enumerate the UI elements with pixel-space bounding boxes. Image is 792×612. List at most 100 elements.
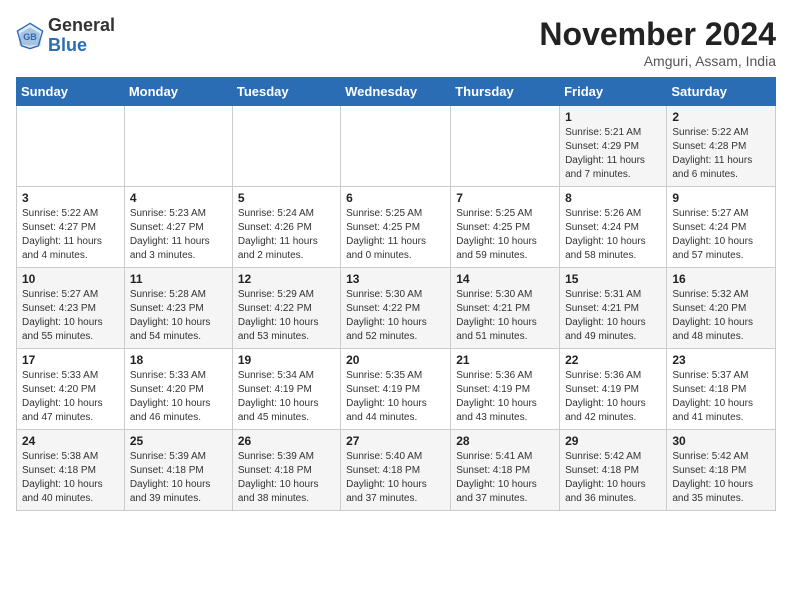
week-row-1: 1 Sunrise: 5:21 AM Sunset: 4:29 PM Daylig…: [17, 106, 776, 187]
day-cell: 27 Sunrise: 5:40 AM Sunset: 4:18 PM Dayli…: [341, 430, 451, 511]
day-cell: 7 Sunrise: 5:25 AM Sunset: 4:25 PM Daylig…: [451, 187, 560, 268]
day-cell: 2Sunrise: 5:22 AM Sunset: 4:28 PM Daylig…: [667, 106, 776, 187]
day-cell: 4 Sunrise: 5:23 AM Sunset: 4:27 PM Daylig…: [124, 187, 232, 268]
day-info: Sunrise: 5:42 AM Sunset: 4:18 PM Dayligh…: [672, 450, 770, 506]
day-info: Sunrise: 5:41 AM Sunset: 4:18 PM Dayligh…: [456, 450, 554, 506]
day-info: Sunrise: 5:34 AM Sunset: 4:19 PM Dayligh…: [238, 369, 335, 425]
day-info: Sunrise: 5:31 AM Sunset: 4:21 PM Dayligh…: [565, 288, 661, 344]
day-cell: 3 Sunrise: 5:22 AM Sunset: 4:27 PM Daylig…: [17, 187, 125, 268]
day-info: Sunrise: 5:26 AM Sunset: 4:24 PM Dayligh…: [565, 207, 661, 263]
day-number: 28: [456, 434, 554, 448]
day-number: 23: [672, 353, 770, 367]
day-number: 20: [346, 353, 445, 367]
header-cell-friday: Friday: [560, 78, 667, 106]
day-number: 8: [565, 191, 661, 205]
week-row-5: 24Sunrise: 5:38 AM Sunset: 4:18 PM Dayli…: [17, 430, 776, 511]
day-cell: 11Sunrise: 5:28 AM Sunset: 4:23 PM Dayli…: [124, 268, 232, 349]
week-row-3: 10Sunrise: 5:27 AM Sunset: 4:23 PM Dayli…: [17, 268, 776, 349]
month-title: November 2024: [539, 16, 776, 53]
day-info: Sunrise: 5:38 AM Sunset: 4:18 PM Dayligh…: [22, 450, 119, 506]
day-info: Sunrise: 5:27 AM Sunset: 4:24 PM Dayligh…: [672, 207, 770, 263]
day-cell: 1 Sunrise: 5:21 AM Sunset: 4:29 PM Daylig…: [560, 106, 667, 187]
day-number: 11: [130, 272, 227, 286]
day-info: Sunrise: 5:33 AM Sunset: 4:20 PM Dayligh…: [22, 369, 119, 425]
day-cell: 9 Sunrise: 5:27 AM Sunset: 4:24 PM Daylig…: [667, 187, 776, 268]
day-info: Sunrise: 5:24 AM Sunset: 4:26 PM Dayligh…: [238, 207, 335, 263]
day-info: Sunrise: 5:25 AM Sunset: 4:25 PM Dayligh…: [456, 207, 554, 263]
page-header: GB General Blue November 2024 Amguri, As…: [16, 16, 776, 69]
day-number: 29: [565, 434, 661, 448]
day-cell: 16 Sunrise: 5:32 AM Sunset: 4:20 PM Dayli…: [667, 268, 776, 349]
day-cell: 25Sunrise: 5:39 AM Sunset: 4:18 PM Dayli…: [124, 430, 232, 511]
day-number: 14: [456, 272, 554, 286]
day-cell: 5 Sunrise: 5:24 AM Sunset: 4:26 PM Daylig…: [232, 187, 340, 268]
day-number: 22: [565, 353, 661, 367]
day-cell: 29 Sunrise: 5:42 AM Sunset: 4:18 PM Dayli…: [560, 430, 667, 511]
day-cell: 21Sunrise: 5:36 AM Sunset: 4:19 PM Dayli…: [451, 349, 560, 430]
day-info: Sunrise: 5:25 AM Sunset: 4:25 PM Dayligh…: [346, 207, 445, 263]
day-cell: 14Sunrise: 5:30 AM Sunset: 4:21 PM Dayli…: [451, 268, 560, 349]
title-block: November 2024 Amguri, Assam, India: [539, 16, 776, 69]
day-info: Sunrise: 5:42 AM Sunset: 4:18 PM Dayligh…: [565, 450, 661, 506]
day-info: Sunrise: 5:23 AM Sunset: 4:27 PM Dayligh…: [130, 207, 227, 263]
day-number: 4: [130, 191, 227, 205]
day-number: 1: [565, 110, 661, 124]
day-cell: 6 Sunrise: 5:25 AM Sunset: 4:25 PM Daylig…: [341, 187, 451, 268]
calendar-table: SundayMondayTuesdayWednesdayThursdayFrid…: [16, 77, 776, 511]
day-number: 27: [346, 434, 445, 448]
logo-blue: Blue: [48, 35, 87, 55]
day-cell: 26 Sunrise: 5:39 AM Sunset: 4:18 PM Dayli…: [232, 430, 340, 511]
day-number: 19: [238, 353, 335, 367]
day-cell: 12Sunrise: 5:29 AM Sunset: 4:22 PM Dayli…: [232, 268, 340, 349]
week-row-2: 3 Sunrise: 5:22 AM Sunset: 4:27 PM Daylig…: [17, 187, 776, 268]
day-number: 9: [672, 191, 770, 205]
header-cell-monday: Monday: [124, 78, 232, 106]
day-cell: 18 Sunrise: 5:33 AM Sunset: 4:20 PM Dayli…: [124, 349, 232, 430]
day-cell: 10Sunrise: 5:27 AM Sunset: 4:23 PM Dayli…: [17, 268, 125, 349]
logo-icon: GB: [16, 22, 44, 50]
day-cell: 20Sunrise: 5:35 AM Sunset: 4:19 PM Dayli…: [341, 349, 451, 430]
header-cell-saturday: Saturday: [667, 78, 776, 106]
day-info: Sunrise: 5:36 AM Sunset: 4:19 PM Dayligh…: [565, 369, 661, 425]
header-cell-tuesday: Tuesday: [232, 78, 340, 106]
header-row: SundayMondayTuesdayWednesdayThursdayFrid…: [17, 78, 776, 106]
day-cell: 15 Sunrise: 5:31 AM Sunset: 4:21 PM Dayli…: [560, 268, 667, 349]
day-number: 25: [130, 434, 227, 448]
day-number: 2: [672, 110, 770, 124]
day-cell: 22 Sunrise: 5:36 AM Sunset: 4:19 PM Dayli…: [560, 349, 667, 430]
day-info: Sunrise: 5:21 AM Sunset: 4:29 PM Dayligh…: [565, 126, 661, 182]
day-number: 12: [238, 272, 335, 286]
day-number: 18: [130, 353, 227, 367]
day-info: Sunrise: 5:30 AM Sunset: 4:22 PM Dayligh…: [346, 288, 445, 344]
day-info: Sunrise: 5:39 AM Sunset: 4:18 PM Dayligh…: [238, 450, 335, 506]
header-cell-wednesday: Wednesday: [341, 78, 451, 106]
day-cell: 19 Sunrise: 5:34 AM Sunset: 4:19 PM Dayli…: [232, 349, 340, 430]
location: Amguri, Assam, India: [539, 53, 776, 69]
day-info: Sunrise: 5:32 AM Sunset: 4:20 PM Dayligh…: [672, 288, 770, 344]
day-cell: 17 Sunrise: 5:33 AM Sunset: 4:20 PM Dayli…: [17, 349, 125, 430]
day-number: 7: [456, 191, 554, 205]
day-info: Sunrise: 5:33 AM Sunset: 4:20 PM Dayligh…: [130, 369, 227, 425]
day-info: Sunrise: 5:22 AM Sunset: 4:27 PM Dayligh…: [22, 207, 119, 263]
day-number: 16: [672, 272, 770, 286]
day-info: Sunrise: 5:27 AM Sunset: 4:23 PM Dayligh…: [22, 288, 119, 344]
calendar-body: 1 Sunrise: 5:21 AM Sunset: 4:29 PM Daylig…: [17, 106, 776, 511]
day-cell: [124, 106, 232, 187]
day-cell: 8 Sunrise: 5:26 AM Sunset: 4:24 PM Daylig…: [560, 187, 667, 268]
day-cell: [232, 106, 340, 187]
day-cell: 23Sunrise: 5:37 AM Sunset: 4:18 PM Dayli…: [667, 349, 776, 430]
day-number: 26: [238, 434, 335, 448]
day-number: 30: [672, 434, 770, 448]
day-number: 6: [346, 191, 445, 205]
day-number: 13: [346, 272, 445, 286]
logo: GB General Blue: [16, 16, 115, 56]
day-number: 17: [22, 353, 119, 367]
day-cell: [451, 106, 560, 187]
day-number: 15: [565, 272, 661, 286]
day-info: Sunrise: 5:40 AM Sunset: 4:18 PM Dayligh…: [346, 450, 445, 506]
day-cell: [341, 106, 451, 187]
day-cell: [17, 106, 125, 187]
day-number: 5: [238, 191, 335, 205]
day-number: 3: [22, 191, 119, 205]
day-info: Sunrise: 5:36 AM Sunset: 4:19 PM Dayligh…: [456, 369, 554, 425]
